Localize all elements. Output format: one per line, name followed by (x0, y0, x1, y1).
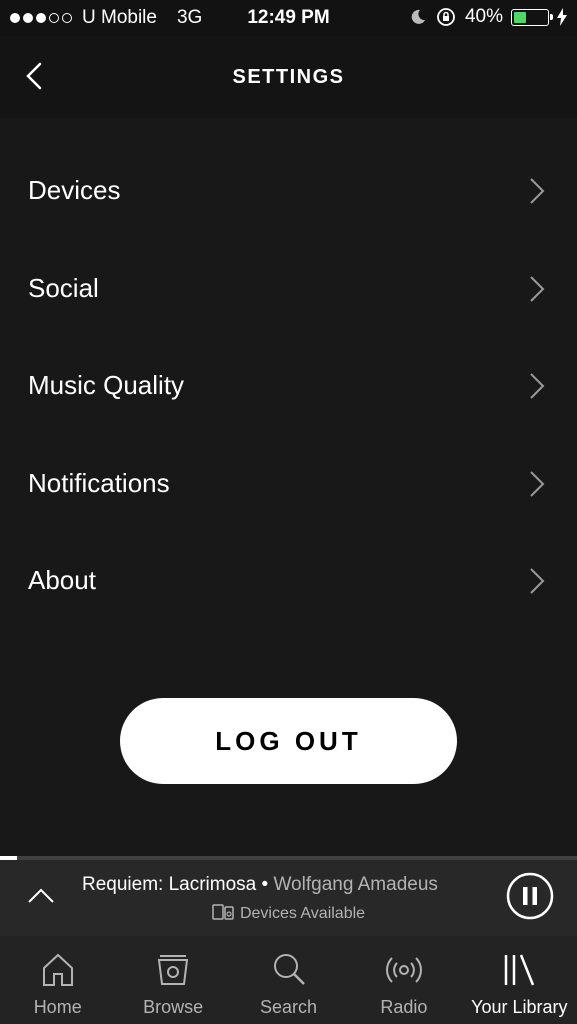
settings-item-label: Devices (28, 175, 121, 205)
pause-button[interactable] (506, 872, 554, 920)
now-playing-title: Requiem: Lacrimosa • Wolfgang Amadeus (82, 874, 485, 896)
battery-percent: 40% (464, 6, 503, 27)
battery-icon (511, 8, 553, 26)
logout-button[interactable]: LOG OUT (120, 698, 457, 784)
devices-icon (212, 904, 234, 920)
chevron-right-icon (530, 470, 545, 497)
settings-list: Devices Social Music Quality Notificatio… (0, 142, 577, 630)
settings-item-label: About (28, 565, 96, 595)
chevron-right-icon (530, 275, 545, 302)
moon-icon (411, 9, 425, 24)
tab-label: Home (33, 997, 82, 1017)
settings-item-devices[interactable]: Devices (0, 142, 577, 240)
tab-label: Radio (380, 997, 428, 1017)
tab-label: Search (259, 997, 318, 1017)
rotation-lock-icon (437, 8, 455, 26)
library-icon (505, 954, 535, 986)
settings-item-notifications[interactable]: Notifications (0, 435, 577, 533)
browse-icon (157, 955, 189, 985)
tab-radio[interactable]: Radio (346, 936, 461, 1024)
status-right: 40% (409, 6, 567, 28)
track-separator: • (256, 874, 274, 895)
tab-search[interactable]: Search (231, 936, 346, 1024)
search-icon (273, 954, 305, 985)
now-playing-bar[interactable]: Requiem: Lacrimosa • Wolfgang Amadeus De… (0, 860, 577, 936)
track-name: Requiem: Lacrimosa (82, 874, 257, 895)
home-icon (42, 953, 73, 986)
tab-label: Your Library (471, 997, 568, 1017)
artist-name: Wolfgang Amadeus (273, 874, 438, 895)
chevron-right-icon (530, 373, 545, 399)
chevron-right-icon (530, 568, 545, 594)
tab-home[interactable]: Home (0, 936, 115, 1024)
settings-item-about[interactable]: About (0, 532, 577, 630)
status-bar: U Mobile 3G 12:49 PM 40% (0, 0, 577, 36)
settings-item-label: Social (28, 272, 99, 303)
settings-item-music-quality[interactable]: Music Quality (0, 337, 577, 435)
charging-bolt-icon (557, 8, 567, 26)
settings-item-label: Music Quality (28, 370, 185, 400)
tab-browse[interactable]: Browse (115, 936, 230, 1024)
settings-header: SETTINGS (0, 36, 577, 118)
settings-item-label: Notifications (28, 467, 170, 498)
devices-available[interactable]: Devices Available (0, 903, 577, 923)
tab-your-library[interactable]: Your Library (462, 936, 577, 1024)
chevron-right-icon (530, 178, 545, 204)
settings-item-social[interactable]: Social (0, 240, 577, 338)
tab-label: Browse (143, 997, 204, 1017)
tab-bar: Home Browse Search Radio Your Library (0, 936, 577, 1024)
devices-label: Devices Available (239, 905, 366, 922)
page-title: SETTINGS (232, 66, 345, 88)
radio-icon (385, 957, 422, 983)
pause-icon (506, 872, 554, 920)
